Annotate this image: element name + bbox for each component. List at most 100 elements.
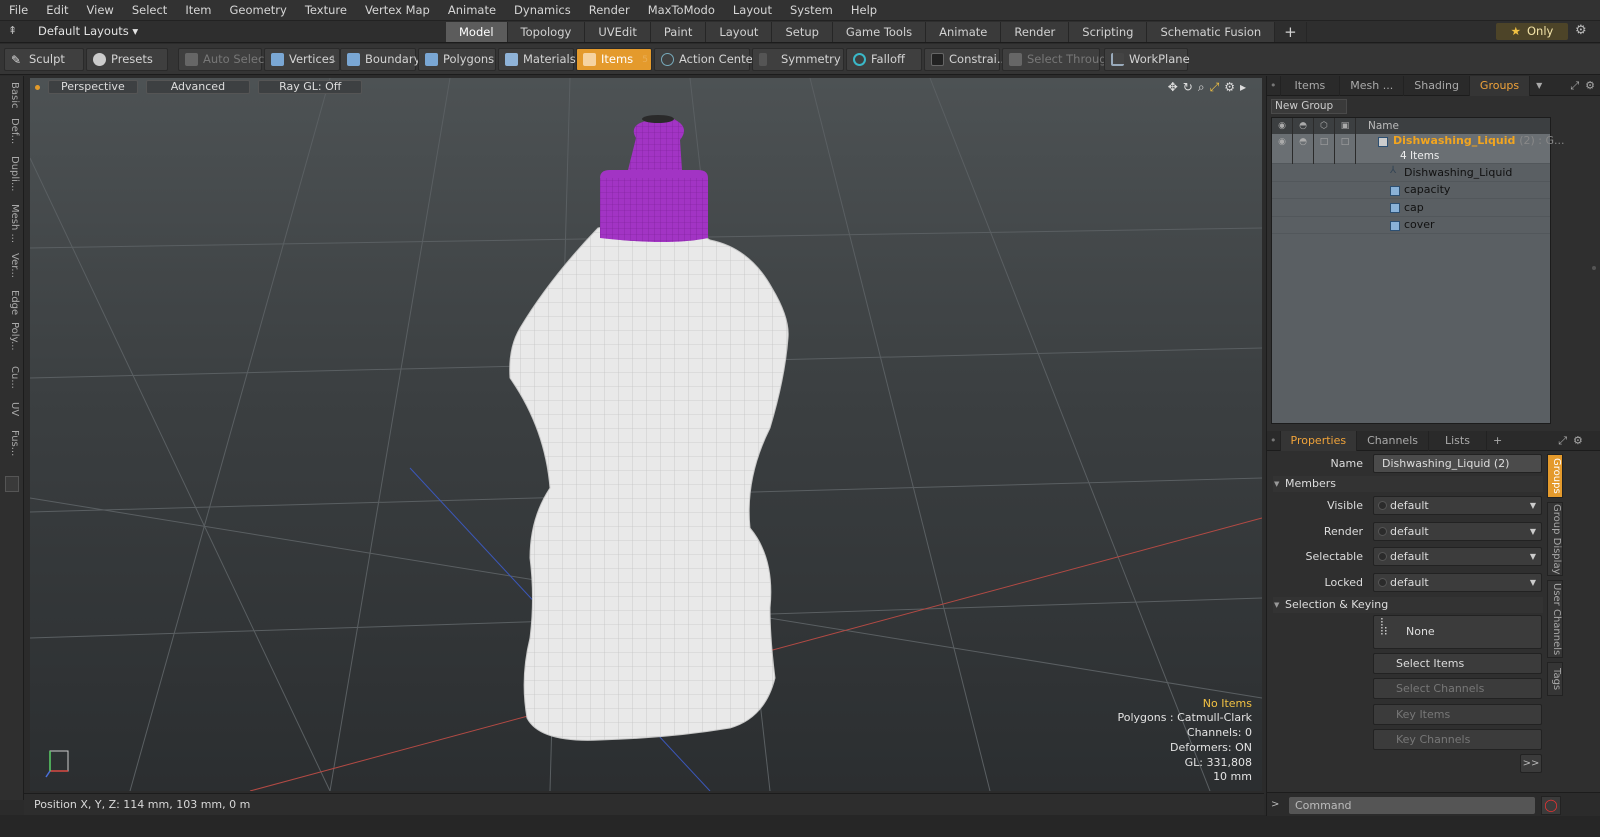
left-tab-expand-button[interactable]: [5, 476, 19, 492]
vertices-button[interactable]: Vertices 1: [264, 48, 340, 71]
tab-lists[interactable]: Lists: [1429, 430, 1487, 451]
menu-system[interactable]: System: [781, 0, 842, 21]
side-tab-tags[interactable]: Tags: [1547, 662, 1563, 696]
properties-gear-icon[interactable]: ⚙: [1573, 434, 1583, 447]
list-item[interactable]: capacity: [1272, 182, 1550, 199]
visibility-column-icon[interactable]: ◉: [1272, 118, 1293, 134]
left-tab-basic[interactable]: Basic: [4, 82, 20, 108]
visible-select[interactable]: default ▼: [1373, 496, 1542, 515]
left-tab-curve[interactable]: Cu...: [4, 366, 20, 389]
view-type-button[interactable]: Perspective: [48, 80, 138, 94]
menu-texture[interactable]: Texture: [296, 0, 356, 21]
gear-icon[interactable]: ⚙: [1575, 23, 1587, 38]
tab-mesh[interactable]: Mesh ...: [1340, 75, 1405, 96]
tab-topology[interactable]: Topology: [507, 22, 586, 42]
pan-icon[interactable]: ✥: [1168, 80, 1178, 95]
list-item[interactable]: cap: [1272, 199, 1550, 217]
viewport-menu-dot-icon[interactable]: [35, 84, 40, 90]
tab-schematic-fusion[interactable]: Schematic Fusion: [1147, 22, 1276, 42]
viewport-expand-arrow-icon[interactable]: ▸: [1240, 80, 1246, 95]
record-icon[interactable]: ◯: [1541, 796, 1561, 815]
sculpt-button[interactable]: ✎ Sculpt: [4, 48, 84, 71]
tab-animate[interactable]: Animate: [926, 22, 1002, 42]
panel-gear-icon[interactable]: ⚙: [1585, 79, 1595, 92]
selection-keying-section[interactable]: Selection & Keying: [1273, 597, 1543, 613]
new-group-button[interactable]: New Group: [1271, 99, 1347, 114]
render-keyframe-icon[interactable]: [1378, 527, 1387, 536]
render-toggle-icon[interactable]: ◓: [1293, 133, 1314, 164]
none-button[interactable]: ⁝ ⁝⁝ None: [1373, 615, 1542, 649]
rotate-icon[interactable]: ↻: [1183, 80, 1193, 95]
menu-animate[interactable]: Animate: [439, 0, 505, 21]
command-arrow-icon[interactable]: >: [1271, 799, 1279, 810]
list-item[interactable]: ⅄ Dishwashing_Liquid: [1272, 164, 1550, 182]
selectable-select[interactable]: default ▼: [1373, 547, 1542, 566]
left-tab-mesh[interactable]: Mesh ...: [4, 204, 20, 243]
tab-items[interactable]: Items: [1281, 75, 1341, 96]
key-channels-button[interactable]: Key Channels: [1373, 729, 1542, 750]
command-input[interactable]: Command: [1289, 797, 1535, 814]
boundary-button[interactable]: Boundary: [340, 48, 420, 71]
add-tab-icon[interactable]: +: [1275, 22, 1307, 42]
auto-select-button[interactable]: Auto Select: [178, 48, 269, 71]
name-field[interactable]: Dishwashing_Liquid (2): [1373, 454, 1542, 473]
left-tab-fusion[interactable]: Fus...: [4, 430, 20, 456]
menu-help[interactable]: Help: [842, 0, 886, 21]
falloff-button[interactable]: Falloff: [846, 48, 922, 71]
side-tab-groups[interactable]: Groups: [1547, 454, 1563, 498]
left-tab-edge[interactable]: Edge: [4, 290, 20, 315]
menu-edit[interactable]: Edit: [37, 0, 77, 21]
collapse-arrow-icon[interactable]: ⇞: [8, 24, 22, 38]
render-select[interactable]: default ▼: [1373, 522, 1542, 541]
tab-shading[interactable]: Shading: [1404, 75, 1470, 96]
workplane-button[interactable]: WorkPlane: [1104, 48, 1190, 71]
tab-model[interactable]: Model: [446, 22, 508, 42]
menu-render[interactable]: Render: [580, 0, 639, 21]
select-channels-button[interactable]: Select Channels: [1373, 678, 1542, 699]
raygl-button[interactable]: Ray GL: Off: [258, 80, 363, 94]
tabs-dropdown-icon[interactable]: ▼: [1536, 81, 1542, 90]
render-column-icon[interactable]: ◓: [1293, 118, 1314, 134]
menu-layout[interactable]: Layout: [724, 0, 781, 21]
visible-keyframe-icon[interactable]: [1378, 501, 1387, 510]
key-items-button[interactable]: Key Items: [1373, 704, 1542, 725]
menu-view[interactable]: View: [78, 0, 123, 21]
side-tab-user-channels[interactable]: User Channels: [1547, 580, 1563, 658]
properties-expand-icon[interactable]: ⤢: [1558, 434, 1567, 448]
select-through-button[interactable]: Select Through: [1002, 48, 1114, 71]
group-row[interactable]: ◉ ◓ □ □ Dishwashing_Liquid (2) : G... 4 …: [1272, 133, 1565, 164]
tab-scripting[interactable]: Scripting: [1069, 22, 1148, 42]
constraints-button[interactable]: Constrai...: [924, 48, 1008, 71]
tab-uvedit[interactable]: UVEdit: [585, 22, 651, 42]
left-tab-vertex[interactable]: Ver...: [4, 253, 20, 278]
menu-select[interactable]: Select: [123, 0, 176, 21]
locked-select[interactable]: default ▼: [1373, 573, 1542, 592]
menu-dynamics[interactable]: Dynamics: [505, 0, 580, 21]
menu-maxtomodo[interactable]: MaxToModo: [639, 0, 724, 21]
items-button[interactable]: Items 5: [576, 48, 652, 71]
eye-icon[interactable]: ◉: [1272, 133, 1293, 164]
only-button[interactable]: ★ Only: [1496, 23, 1568, 40]
select-toggle-icon[interactable]: □: [1314, 133, 1335, 164]
side-tab-group-display[interactable]: Group Display: [1547, 502, 1563, 576]
symmetry-button[interactable]: Symmetry: [752, 48, 844, 71]
presets-button[interactable]: Presets: [86, 48, 168, 71]
locked-keyframe-icon[interactable]: [1378, 578, 1387, 587]
left-tab-uv[interactable]: UV: [4, 402, 20, 416]
lock-column-icon[interactable]: ▣: [1335, 118, 1356, 134]
panel-menu-dot-icon[interactable]: •: [1267, 75, 1281, 96]
left-tab-deform[interactable]: Def...: [4, 118, 20, 144]
tab-channels[interactable]: Channels: [1357, 430, 1429, 451]
menu-file[interactable]: File: [0, 0, 37, 21]
more-button[interactable]: >>: [1520, 754, 1542, 773]
tab-setup[interactable]: Setup: [772, 22, 833, 42]
properties-menu-dot-icon[interactable]: •: [1267, 430, 1281, 451]
3d-viewport[interactable]: Perspective Advanced Ray GL: Off ✥ ↻ ⌕ ⤢…: [30, 78, 1262, 791]
shading-mode-button[interactable]: Advanced: [145, 80, 251, 94]
selectable-column-icon[interactable]: ⬡: [1314, 118, 1335, 134]
menu-geometry[interactable]: Geometry: [221, 0, 296, 21]
lock-toggle-icon[interactable]: □: [1335, 133, 1356, 164]
menu-item[interactable]: Item: [176, 0, 220, 21]
list-scrollbar[interactable]: [1592, 266, 1596, 270]
selectable-keyframe-icon[interactable]: [1378, 552, 1387, 561]
